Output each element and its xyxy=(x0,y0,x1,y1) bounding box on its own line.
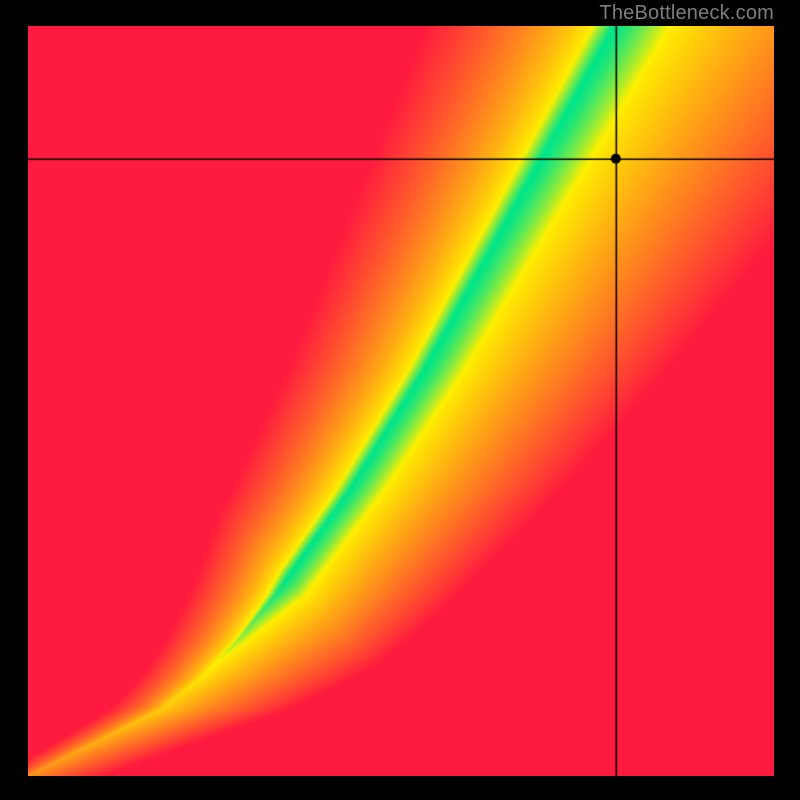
heatmap-canvas xyxy=(28,26,774,776)
chart-frame: TheBottleneck.com xyxy=(0,0,800,800)
watermark-text: TheBottleneck.com xyxy=(599,2,774,25)
